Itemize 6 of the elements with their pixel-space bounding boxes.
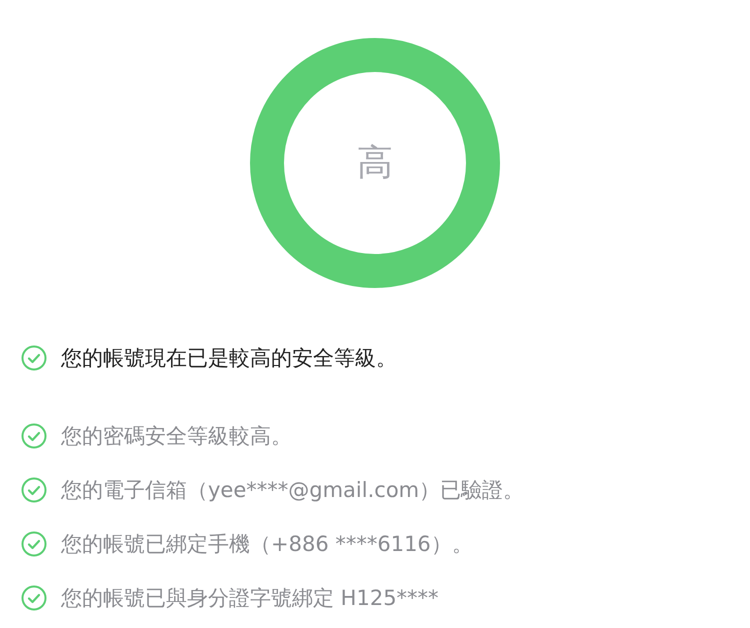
summary-text: 您的帳號現在已是較高的安全等級。: [61, 345, 397, 372]
status-text: 您的電子信箱（yee****@gmail.com）已驗證。: [61, 477, 524, 504]
status-text: 您的帳號已與身分證字號綁定 H125****: [61, 585, 439, 612]
status-text: 您的密碼安全等級較高。: [61, 423, 292, 450]
status-text: 您的帳號已綁定手機（+886 ****6116）。: [61, 531, 473, 558]
security-level-label: 高: [357, 142, 393, 186]
